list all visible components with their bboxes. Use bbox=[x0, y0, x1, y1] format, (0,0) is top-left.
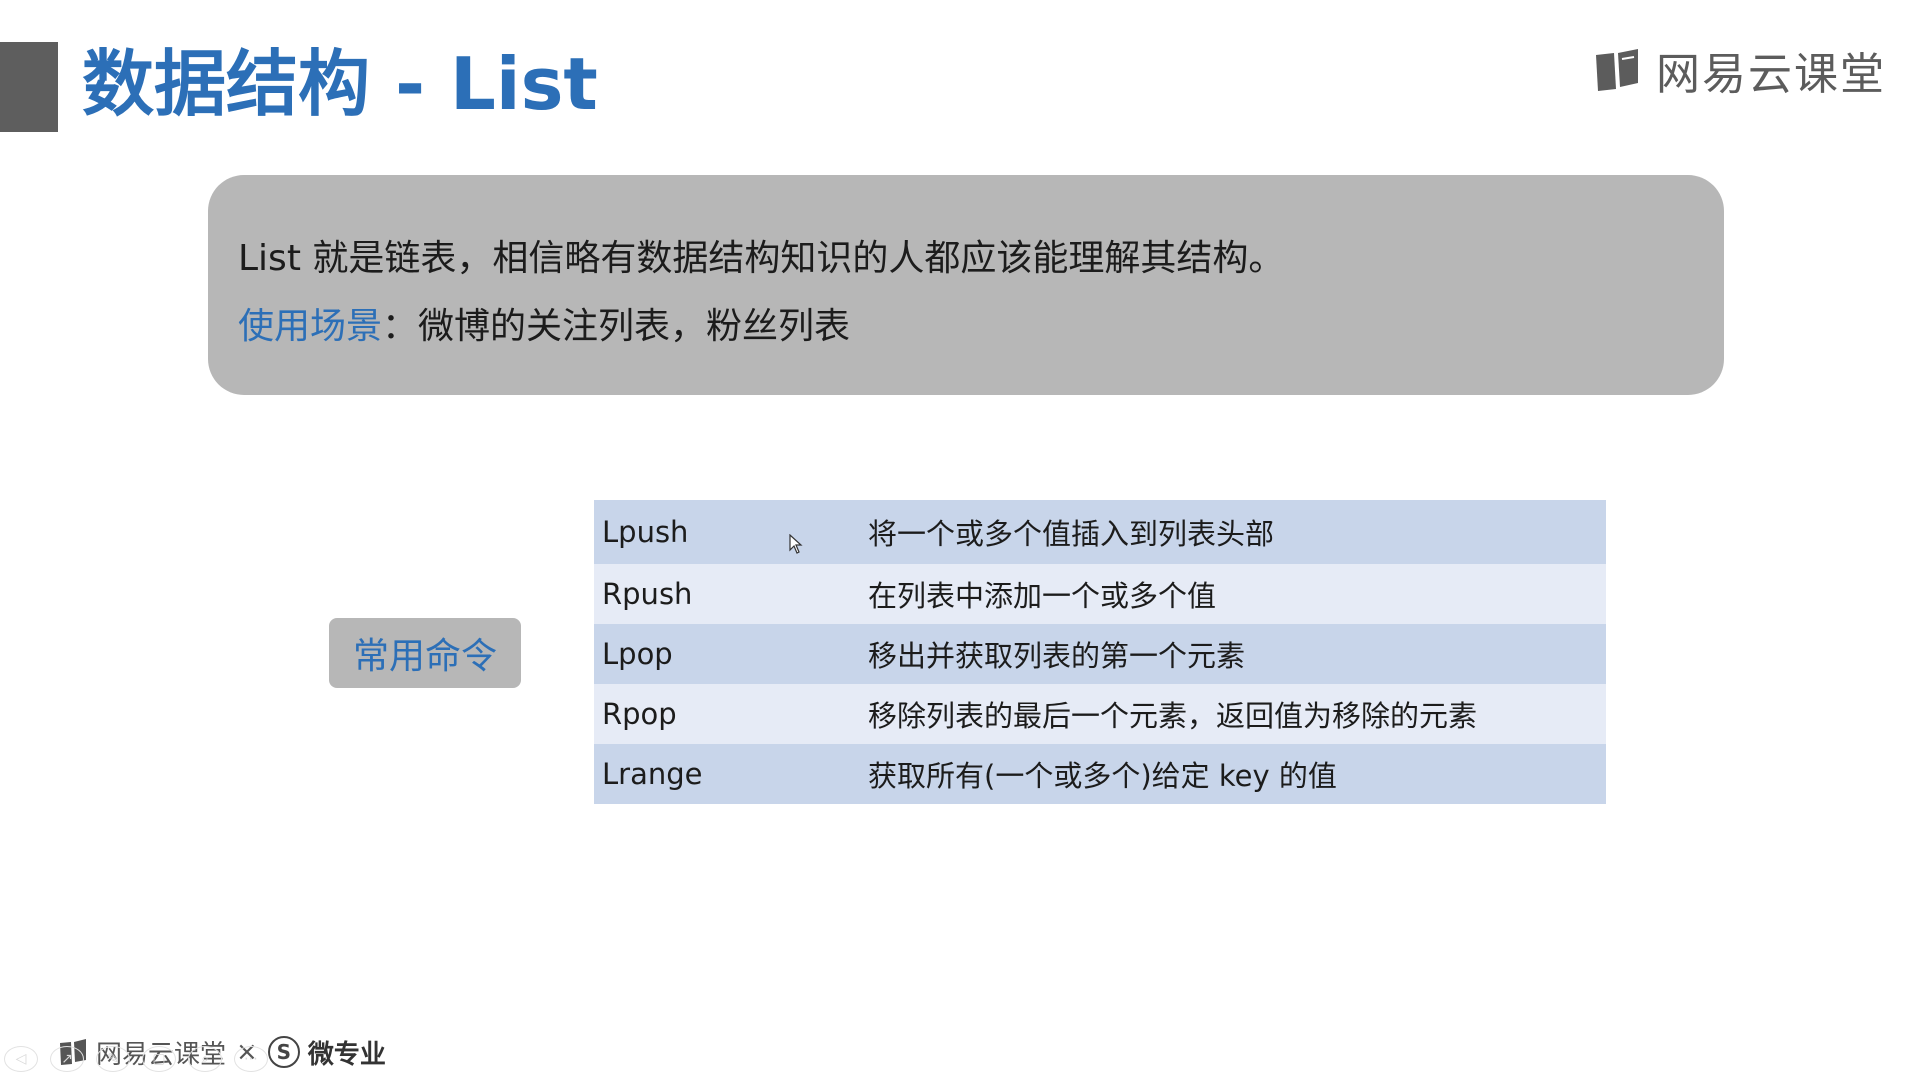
command-name: Rpush bbox=[602, 577, 693, 611]
table-row: Rpush 在列表中添加一个或多个值 bbox=[594, 564, 1606, 624]
scenario-label: 使用场景 bbox=[238, 306, 383, 347]
brand-logo-top: 网易云课堂 bbox=[1592, 40, 1886, 100]
command-name: Lpop bbox=[602, 637, 673, 671]
pen-icon[interactable]: ✎ bbox=[96, 1046, 130, 1072]
intro-description: List 就是链表，相信略有数据结构知识的人都应该能理解其结构。 bbox=[238, 238, 1285, 279]
prev-slide-icon[interactable]: ◁ bbox=[4, 1046, 38, 1072]
intro-box: List 就是链表，相信略有数据结构知识的人都应该能理解其结构。 使用场景：微博… bbox=[208, 175, 1724, 395]
arrow-cursor-icon bbox=[789, 534, 803, 554]
command-name: Lrange bbox=[602, 757, 703, 791]
command-desc: 移除列表的最后一个元素，返回值为移除的元素 bbox=[868, 699, 1478, 733]
book-icon bbox=[1596, 49, 1638, 91]
commands-table: Lpush 将一个或多个值插入到列表头部 Rpush 在列表中添加一个或多个值 … bbox=[594, 500, 1606, 804]
command-desc: 移出并获取列表的第一个元素 bbox=[868, 639, 1246, 673]
table-row: Lpush 将一个或多个值插入到列表头部 bbox=[594, 500, 1606, 564]
pointer-icon[interactable]: ↗ bbox=[50, 1046, 84, 1072]
title-accent-bar bbox=[0, 42, 58, 132]
table-row: Lrange 获取所有(一个或多个)给定 key 的值 bbox=[594, 744, 1606, 804]
command-name: Lpush bbox=[602, 515, 689, 549]
scenario-text: 微博的关注列表，粉丝列表 bbox=[418, 306, 851, 347]
command-desc: 将一个或多个值插入到列表头部 bbox=[868, 517, 1275, 551]
command-name: Rpop bbox=[602, 697, 677, 731]
table-row: Rpop 移除列表的最后一个元素，返回值为移除的元素 bbox=[594, 684, 1606, 744]
scenario-separator: ： bbox=[382, 306, 419, 347]
footer-partner: 微专业 bbox=[307, 1039, 386, 1070]
more-icon[interactable]: ⋯ bbox=[234, 1046, 268, 1072]
common-commands-label: 常用命令 bbox=[329, 618, 521, 688]
command-desc: 在列表中添加一个或多个值 bbox=[868, 579, 1217, 613]
table-row: Lpop 移出并获取列表的第一个元素 bbox=[594, 624, 1606, 684]
slides-icon[interactable]: ▢ bbox=[142, 1046, 176, 1072]
brand-name: 网易云课堂 bbox=[1656, 49, 1886, 100]
page-title: 数据结构 - List bbox=[82, 42, 598, 126]
command-desc: 获取所有(一个或多个)给定 key 的值 bbox=[868, 759, 1337, 793]
usage-scenario: 使用场景：微博的关注列表，粉丝列表 bbox=[238, 293, 1724, 361]
s-logo-icon: S bbox=[267, 1036, 300, 1068]
zoom-icon[interactable]: ⌕ bbox=[188, 1046, 222, 1072]
slide-nav-controls: ◁ ↗ ✎ ▢ ⌕ ⋯ bbox=[4, 1046, 268, 1072]
